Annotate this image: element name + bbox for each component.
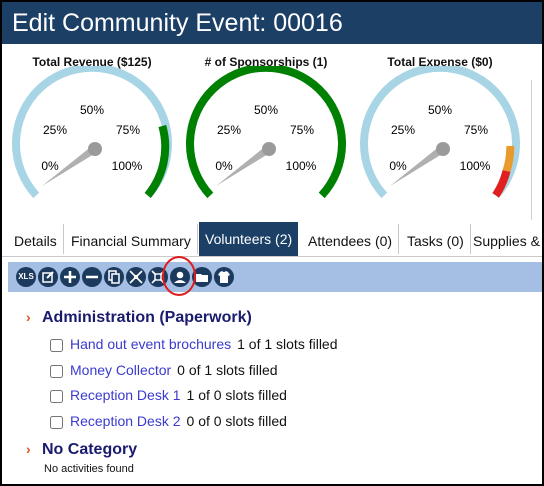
page-title: Edit Community Event: 00016	[12, 9, 343, 37]
gauge-label-75: 75%	[290, 123, 314, 137]
empty-state-text: No activities found	[44, 463, 134, 475]
gauge-label-0: 0%	[389, 159, 407, 173]
slots-status: 1 of 0 slots filled	[186, 387, 287, 403]
activity-link[interactable]: Money Collector 0 of 1 slots filled	[70, 362, 278, 378]
gauge-label-25: 25%	[391, 123, 415, 137]
tab-attendees[interactable]: Attendees (0)	[302, 224, 400, 254]
gauge-label-50: 50%	[80, 103, 104, 117]
toolbar: XLS	[8, 262, 542, 292]
gauge-sponsorships: # of Sponsorships (1) 50% 25% 75% 0% 100…	[181, 44, 351, 222]
gauge-label-50: 50%	[428, 103, 452, 117]
shirt-icon[interactable]	[214, 267, 234, 287]
gauge-dial: 50% 25% 75% 0% 100%	[360, 66, 520, 199]
category-name: No Category	[42, 441, 138, 458]
tab-supplies[interactable]: Supplies &	[467, 224, 542, 254]
slots-status: 0 of 1 slots filled	[177, 362, 278, 378]
activity-link[interactable]: Reception Desk 2 0 of 0 slots filled	[70, 413, 287, 429]
gauge-dial: 50% 25% 75% 0% 100%	[186, 66, 346, 199]
chevron-right-icon: ›	[26, 441, 31, 457]
collapse-icon[interactable]	[148, 267, 168, 287]
activity-name[interactable]: Reception Desk 2	[70, 413, 181, 429]
activity-name[interactable]: Money Collector	[70, 362, 171, 378]
gauge-label-75: 75%	[464, 123, 488, 137]
activity-checkbox[interactable]	[50, 339, 63, 352]
add-icon[interactable]	[60, 267, 80, 287]
gauge-total-expense: Total Expense ($0) 50% 25% 75% 0% 100%	[355, 44, 525, 222]
gauge-area: Total Revenue ($125) 50% 25% 75% 0% 100%…	[2, 44, 542, 222]
tab-financial-summary[interactable]: Financial Summary	[65, 224, 198, 254]
activity-checkbox[interactable]	[50, 390, 63, 403]
tab-bar: Details Financial Summary Volunteers (2)…	[2, 222, 542, 257]
gauge-label-0: 0%	[41, 159, 59, 173]
edit-icon[interactable]	[38, 267, 58, 287]
activity-link[interactable]: Hand out event brochures 1 of 1 slots fil…	[70, 336, 338, 352]
gauge-label-50: 50%	[254, 103, 278, 117]
remove-icon[interactable]	[82, 267, 102, 287]
gauge-label-100: 100%	[112, 159, 143, 173]
gauge-label-75: 75%	[116, 123, 140, 137]
gauge-hub	[436, 142, 450, 156]
gauge-hub	[262, 142, 276, 156]
chevron-right-icon: ›	[26, 309, 31, 325]
tab-tasks[interactable]: Tasks (0)	[401, 224, 471, 254]
gauge-label-25: 25%	[43, 123, 67, 137]
xls-export-icon[interactable]: XLS	[16, 267, 36, 287]
activity-name[interactable]: Hand out event brochures	[70, 336, 231, 352]
category-header-no-category[interactable]: › No Category	[26, 441, 137, 459]
category-header-administration[interactable]: › Administration (Paperwork)	[26, 309, 252, 327]
folder-icon[interactable]	[192, 267, 212, 287]
gauge-label-25: 25%	[217, 123, 241, 137]
gauge-dial: 50% 25% 75% 0% 100%	[12, 66, 172, 199]
gauge-label-0: 0%	[215, 159, 233, 173]
page-header: Edit Community Event: 00016	[2, 2, 542, 44]
divider	[531, 80, 532, 220]
activity-name[interactable]: Reception Desk 1	[70, 387, 181, 403]
tab-details[interactable]: Details	[8, 224, 64, 254]
gauge-total-revenue: Total Revenue ($125) 50% 25% 75% 0% 100%	[7, 44, 177, 222]
expand-icon[interactable]	[126, 267, 146, 287]
gauge-label-100: 100%	[286, 159, 317, 173]
app-window: Edit Community Event: 00016 Total Revenu…	[0, 0, 544, 486]
gauge-hub	[88, 142, 102, 156]
activity-checkbox[interactable]	[50, 416, 63, 429]
tab-volunteers[interactable]: Volunteers (2)	[199, 222, 299, 256]
category-name: Administration (Paperwork)	[42, 309, 252, 326]
slots-status: 0 of 0 slots filled	[186, 413, 287, 429]
activity-link[interactable]: Reception Desk 1 1 of 0 slots filled	[70, 387, 287, 403]
gauge-label-100: 100%	[460, 159, 491, 173]
copy-icon[interactable]	[104, 267, 124, 287]
person-icon[interactable]	[170, 267, 190, 287]
activity-checkbox[interactable]	[50, 365, 63, 378]
slots-status: 1 of 1 slots filled	[237, 336, 338, 352]
